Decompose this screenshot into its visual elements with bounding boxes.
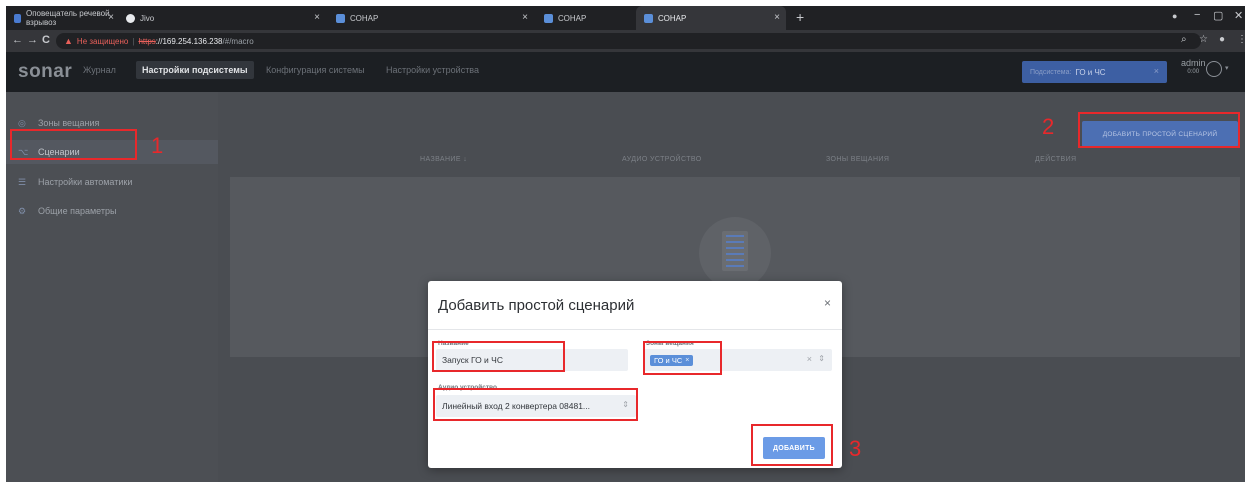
browser-tab-bar: Оповещатель речевой взрывоз × Jivo × СОН… xyxy=(6,6,1245,30)
new-tab-button[interactable]: + xyxy=(796,9,804,25)
sidebar-item-label: Общие параметры xyxy=(38,206,117,216)
browser-tab[interactable]: Оповещатель речевой взрывоз × xyxy=(6,6,116,30)
browser-tab-active[interactable]: СОНАР × xyxy=(636,6,786,30)
url-path: /#/macro xyxy=(222,36,254,46)
warning-icon: ▲ xyxy=(64,36,73,46)
nav-system-config[interactable]: Конфигурация системы xyxy=(266,65,365,75)
sidebar-item-label: Настройки автоматики xyxy=(38,177,133,187)
tab-close-icon[interactable]: × xyxy=(774,12,780,23)
tab-title: СОНАР xyxy=(350,13,379,23)
subsystem-label: Подсистема: xyxy=(1030,68,1072,76)
url-scheme: https xyxy=(138,36,156,46)
gear-icon: ⚙ xyxy=(18,206,27,216)
sonar-logo[interactable]: sonar xyxy=(18,61,72,83)
sidebar-item-general[interactable]: ⚙ Общие параметры xyxy=(18,199,116,223)
minimize-button[interactable]: − xyxy=(1194,9,1200,21)
profile-icon[interactable]: ● xyxy=(1219,34,1225,45)
select-caret-icon[interactable]: ⇕ xyxy=(818,354,825,363)
tab-title: Оповещатель речевой взрывоз xyxy=(25,9,110,27)
tab-favicon-icon xyxy=(544,13,553,23)
browser-tab[interactable]: Jivo × xyxy=(118,6,326,30)
close-window-button[interactable]: ✕ xyxy=(1234,9,1243,22)
tab-title: СОНАР xyxy=(558,13,587,23)
empty-state-icon xyxy=(699,217,771,289)
column-header-zones: ЗОНЫ ВЕЩАНИЯ xyxy=(826,156,890,163)
username: admin xyxy=(1181,58,1206,68)
close-icon[interactable]: × xyxy=(824,296,831,310)
browser-tab[interactable]: СОНАР × xyxy=(328,6,534,30)
browser-menu-icon[interactable]: ⋮ xyxy=(1237,34,1245,45)
user-menu[interactable]: admin 0:00 xyxy=(1181,59,1206,77)
app-header: sonar Журнал Настройки подсистемы Конфиг… xyxy=(6,52,1245,92)
nav-device-settings[interactable]: Настройки устройства xyxy=(386,65,479,75)
user-avatar-icon[interactable] xyxy=(1206,61,1222,77)
security-label[interactable]: Не защищено xyxy=(77,37,128,46)
url-separator: | xyxy=(132,36,135,46)
address-field[interactable]: ▲ Не защищено | https://169.254.136.238/… xyxy=(56,33,1201,49)
highlight-box xyxy=(432,341,565,372)
subsystem-value: ГО и ЧС xyxy=(1075,67,1106,77)
clear-icon[interactable]: × xyxy=(807,354,812,364)
divider xyxy=(428,329,842,330)
document-icon xyxy=(722,231,748,271)
maximize-button[interactable]: ▢ xyxy=(1213,9,1223,22)
zones-icon: ◎ xyxy=(18,118,26,128)
tab-title: Jivo xyxy=(140,13,155,23)
zoom-icon[interactable]: ⌕ xyxy=(1181,34,1187,45)
column-header-name[interactable]: НАЗВАНИЕ ↓ xyxy=(420,156,467,163)
tab-close-icon[interactable]: × xyxy=(522,12,528,23)
tab-title: СОНАР xyxy=(658,13,687,23)
sidebar-item-automation[interactable]: ☰ Настройки автоматики xyxy=(18,170,132,194)
highlight-box xyxy=(751,424,833,466)
highlight-box xyxy=(1078,112,1240,148)
subsystem-clear-icon[interactable]: × xyxy=(1154,66,1159,76)
browser-tab[interactable]: СОНАР xyxy=(536,6,640,30)
highlight-box xyxy=(10,129,137,160)
subsystem-select[interactable]: Подсистема: ГО и ЧС × xyxy=(1022,61,1167,83)
annotation-number: 1 xyxy=(151,133,164,158)
url-host: ://169.254.136.238 xyxy=(155,36,223,46)
column-header-audio: АУДИО УСТРОЙСТВО xyxy=(622,156,702,163)
user-time: 0:00 xyxy=(1187,69,1200,75)
address-toolbar: ← → C ▲ Не защищено | https://169.254.13… xyxy=(6,30,1245,52)
tab-favicon-icon xyxy=(14,13,21,23)
annotation-number: 3 xyxy=(849,436,862,461)
forward-icon[interactable]: → xyxy=(27,34,38,46)
tab-favicon-icon xyxy=(336,13,345,23)
profile-circle-icon[interactable]: ● xyxy=(1172,11,1177,21)
highlight-box xyxy=(643,341,722,375)
bookmark-star-icon[interactable]: ☆ xyxy=(1199,34,1208,45)
back-icon[interactable]: ← xyxy=(12,34,23,46)
tab-close-icon[interactable]: × xyxy=(314,12,320,23)
highlight-box xyxy=(433,388,638,421)
reload-icon[interactable]: C xyxy=(42,34,50,46)
sidebar-item-label: Зоны вещания xyxy=(38,118,100,128)
chevron-down-icon[interactable]: ▾ xyxy=(1225,64,1229,72)
nav-journal[interactable]: Журнал xyxy=(83,65,116,75)
nav-subsystem-settings[interactable]: Настройки подсистемы xyxy=(136,61,254,79)
automation-icon: ☰ xyxy=(18,177,27,187)
screenshot-frame: Оповещатель речевой взрывоз × Jivo × СОН… xyxy=(6,6,1245,482)
annotation-number: 2 xyxy=(1042,114,1055,139)
column-header-actions: ДЕЙСТВИЯ xyxy=(1035,156,1077,163)
tab-favicon-icon xyxy=(126,13,135,23)
dialog-title: Добавить простой сценарий xyxy=(438,297,635,314)
tab-close-icon[interactable]: × xyxy=(108,12,114,23)
tab-favicon-icon xyxy=(644,13,653,23)
